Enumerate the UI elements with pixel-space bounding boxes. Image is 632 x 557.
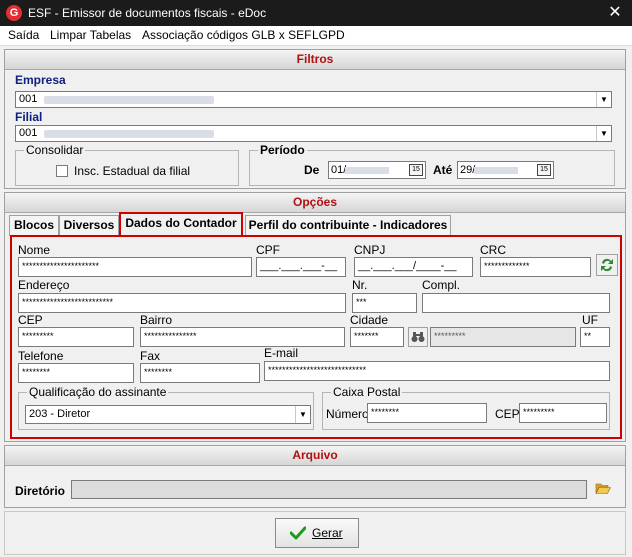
gerar-label: Gerar	[312, 526, 343, 540]
compl-label: Compl.	[422, 278, 461, 292]
periodo-group: Período De 01/ 15 Até 29/ 15	[249, 143, 615, 186]
ate-label: Até	[433, 163, 453, 177]
menu-item-lgpd[interactable]: LGPD	[312, 28, 345, 42]
cp-numero-label: Número	[326, 407, 369, 421]
menu-item-saida[interactable]: Saída	[8, 28, 39, 42]
compl-input[interactable]	[422, 293, 610, 313]
empresa-label: Empresa	[15, 73, 66, 87]
telefone-input[interactable]: ********	[18, 363, 134, 383]
dados-contador-content: Nome ********************** CPF ___.___.…	[10, 235, 622, 439]
periodo-title: Período	[258, 143, 307, 157]
cidade-code-input[interactable]: *******	[350, 327, 404, 347]
cep-input[interactable]: *********	[18, 327, 134, 347]
cpf-label: CPF	[256, 243, 280, 257]
nr-input[interactable]: ***	[352, 293, 417, 313]
redacted-text	[44, 130, 214, 138]
nome-label: Nome	[18, 243, 51, 257]
uf-label: UF	[582, 313, 598, 327]
filtros-header: Filtros	[5, 50, 625, 70]
folder-open-icon[interactable]	[595, 481, 613, 497]
arquivo-panel: Arquivo Diretório	[4, 445, 626, 508]
cp-numero-input[interactable]: ********	[367, 403, 487, 423]
tab-dados-do-contador[interactable]: Dados do Contador	[119, 212, 243, 236]
calendar-icon[interactable]: 15	[409, 164, 423, 176]
cnpj-label: CNPJ	[354, 243, 386, 257]
title-bar: G ESF - Emissor de documentos fiscais - …	[0, 0, 632, 26]
fax-label: Fax	[140, 349, 161, 363]
close-icon[interactable]: ✕	[606, 2, 624, 22]
check-icon	[290, 526, 306, 540]
cep-label: CEP	[18, 313, 43, 327]
tab-perfil-contribuinte[interactable]: Perfil do contribuinte - Indicadores	[245, 215, 451, 236]
nr-label: Nr.	[352, 278, 368, 292]
uf-input[interactable]: **	[580, 327, 610, 347]
crc-input[interactable]: *************	[480, 257, 591, 277]
filial-select[interactable]: 001 ▼	[15, 125, 612, 142]
crc-label: CRC	[480, 243, 506, 257]
fax-input[interactable]: ********	[140, 363, 260, 383]
filial-label: Filial	[15, 110, 43, 124]
refresh-button[interactable]	[596, 254, 618, 276]
diretorio-input[interactable]	[71, 480, 587, 499]
search-city-button[interactable]	[408, 327, 428, 347]
qualificacao-select[interactable]: 203 - Diretor ▼	[25, 405, 311, 424]
arquivo-header: Arquivo	[5, 446, 625, 466]
endereco-label: Endereço	[18, 278, 70, 292]
tab-blocos[interactable]: Blocos	[9, 215, 59, 236]
ate-date-input[interactable]: 29/ 15	[457, 161, 554, 179]
email-input[interactable]: ****************************	[264, 361, 610, 381]
redacted-text	[474, 167, 518, 174]
de-date-input[interactable]: 01/ 15	[328, 161, 426, 179]
telefone-label: Telefone	[18, 349, 64, 363]
insc-estadual-checkbox[interactable]	[56, 165, 68, 177]
chevron-down-icon[interactable]: ▼	[295, 406, 310, 423]
binoculars-icon	[411, 332, 425, 342]
footer-panel: Gerar	[4, 511, 626, 555]
caixa-postal-title: Caixa Postal	[331, 385, 403, 399]
opcoes-header: Opções	[5, 193, 625, 213]
app-logo-icon: G	[6, 5, 22, 21]
chevron-down-icon[interactable]: ▼	[596, 92, 611, 107]
cnpj-input[interactable]: __.___.___/____-__	[354, 257, 473, 277]
bairro-input[interactable]: ***************	[140, 327, 345, 347]
cidade-name-field: *********	[430, 327, 576, 347]
window-title: ESF - Emissor de documentos fiscais - eD…	[28, 6, 267, 20]
menu-bar: Saída Limpar Tabelas Associação códigos …	[0, 26, 632, 46]
qualificacao-title: Qualificação do assinante	[27, 385, 169, 399]
qualificacao-group: Qualificação do assinante 203 - Diretor …	[18, 385, 314, 430]
redacted-text	[44, 96, 214, 104]
bairro-label: Bairro	[140, 313, 173, 327]
chevron-down-icon[interactable]: ▼	[596, 126, 611, 141]
endereco-input[interactable]: **************************	[18, 293, 346, 313]
empresa-select[interactable]: 001 ▼	[15, 91, 612, 108]
refresh-icon	[601, 258, 613, 272]
calendar-icon[interactable]: 15	[537, 164, 551, 176]
tab-diversos[interactable]: Diversos	[59, 215, 119, 236]
diretorio-label: Diretório	[15, 484, 66, 498]
cpf-input[interactable]: ___.___.___-__	[256, 257, 346, 277]
consolidar-title: Consolidar	[24, 143, 86, 157]
menu-item-associacao[interactable]: Associação códigos GLB x SEF	[142, 28, 311, 42]
filtros-panel: Filtros Empresa 001 ▼ Filial 001 ▼ Conso…	[4, 49, 626, 189]
cp-cep-label: CEP	[495, 407, 520, 421]
caixa-postal-group: Caixa Postal Número ******** CEP *******…	[322, 385, 610, 430]
cidade-label: Cidade	[350, 313, 389, 327]
gerar-button[interactable]: Gerar	[275, 518, 359, 548]
nome-input[interactable]: **********************	[18, 257, 252, 277]
redacted-text	[345, 167, 389, 174]
consolidar-group: Consolidar Insc. Estadual da filial	[15, 143, 239, 186]
de-label: De	[304, 163, 320, 177]
cp-cep-input[interactable]: *********	[519, 403, 607, 423]
menu-item-limpar-tabelas[interactable]: Limpar Tabelas	[50, 28, 131, 42]
insc-estadual-label: Insc. Estadual da filial	[74, 164, 191, 178]
email-label: E-mail	[264, 346, 299, 360]
opcoes-panel: Opções Blocos Diversos Dados do Contador…	[4, 192, 626, 442]
